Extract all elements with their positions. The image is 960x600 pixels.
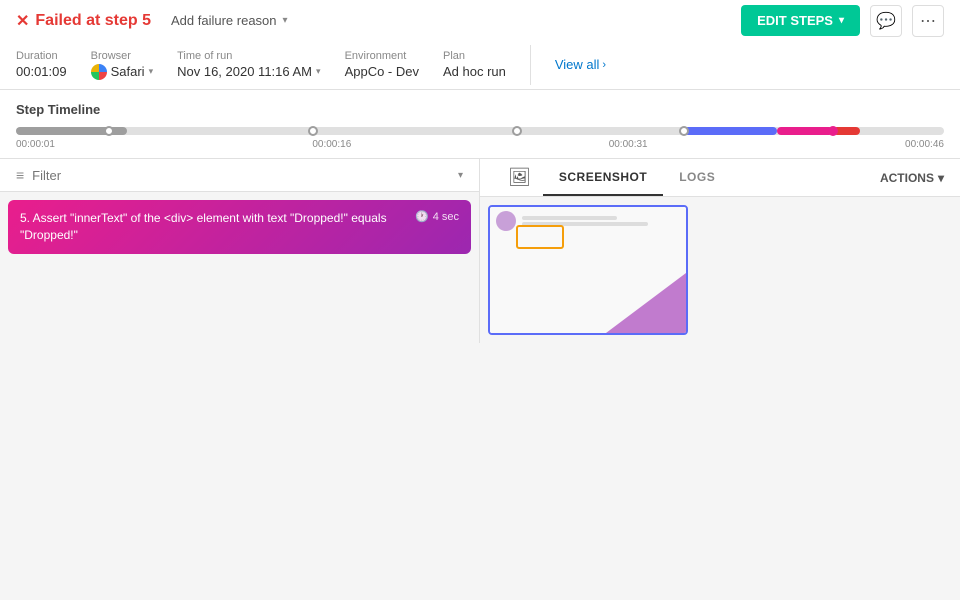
timeline-title: Step Timeline xyxy=(16,102,944,117)
time-label-3: 00:00:31 xyxy=(609,139,648,150)
view-all-arrow: › xyxy=(602,59,606,71)
meta-browser: Browser Safari ▾ xyxy=(91,50,154,80)
timeline-dot-5[interactable] xyxy=(828,126,838,136)
tab-logs[interactable]: LOGS xyxy=(663,160,731,196)
tabs: SCREENSHOT LOGS xyxy=(543,160,731,196)
time-label-4: 00:00:46 xyxy=(905,139,944,150)
timeline-dot-3[interactable] xyxy=(512,126,522,136)
comment-icon: 💬 xyxy=(876,11,896,31)
timeline-section: Step Timeline 00:00:01 00:00:16 00:00:31… xyxy=(0,90,960,159)
actions-label: ACTIONS xyxy=(880,171,934,185)
mock-screenshot xyxy=(490,207,686,333)
screenshot-preview xyxy=(488,205,688,335)
filter-bar: ≡ ▾ xyxy=(0,159,479,192)
main-container: ≡ ▾ 5. Assert "innerText" of the <div> e… xyxy=(0,159,960,343)
time-label-1: 00:00:01 xyxy=(16,139,55,150)
step-item-content: 5. Assert "innerText" of the <div> eleme… xyxy=(20,210,459,244)
comment-button[interactable]: 💬 xyxy=(870,5,902,37)
step-text: 5. Assert "innerText" of the <div> eleme… xyxy=(20,210,415,244)
mock-highlight xyxy=(516,225,564,249)
environment-value: AppCo - Dev xyxy=(345,64,419,79)
actions-chevron: ▾ xyxy=(938,171,944,185)
browser-name: Safari xyxy=(111,64,145,79)
mock-purple-triangle xyxy=(606,273,686,333)
time-label-2: 00:00:16 xyxy=(312,139,351,150)
timeline-dot-2[interactable] xyxy=(308,126,318,136)
browser-value: Safari ▾ xyxy=(91,64,154,80)
view-all-label: View all xyxy=(555,57,600,72)
timeline-dot-1[interactable] xyxy=(104,126,114,136)
time-text: Nov 16, 2020 11:16 AM xyxy=(177,64,312,79)
segment-blue xyxy=(684,127,777,135)
tabs-left: 🖼 SCREENSHOT LOGS xyxy=(496,159,731,196)
timeline-track xyxy=(16,127,944,135)
meta-environment: Environment AppCo - Dev xyxy=(345,50,419,79)
add-failure-label: Add failure reason xyxy=(171,13,277,28)
duration-label: Duration xyxy=(16,50,67,62)
safari-icon xyxy=(91,64,107,80)
add-failure-button[interactable]: Add failure reason ▾ xyxy=(163,9,296,32)
filter-icon: ≡ xyxy=(16,167,24,183)
top-bar-left: ✕ Failed at step 5 Add failure reason ▾ xyxy=(16,9,296,32)
view-all-link[interactable]: View all › xyxy=(555,57,606,72)
add-failure-chevron: ▾ xyxy=(283,15,288,26)
mock-avatar xyxy=(496,211,516,231)
step-item-time: 🕐 4 sec xyxy=(415,210,459,223)
step-time-value: 4 sec xyxy=(433,211,459,223)
top-bar: ✕ Failed at step 5 Add failure reason ▾ … xyxy=(0,0,960,90)
time-label: Time of run xyxy=(177,50,320,62)
actions-button[interactable]: ACTIONS ▾ xyxy=(880,163,944,193)
meta-duration: Duration 00:01:09 xyxy=(16,50,67,79)
timeline-bar xyxy=(16,127,944,135)
image-icon: 🖼 xyxy=(508,167,531,187)
filter-chevron[interactable]: ▾ xyxy=(458,170,463,181)
more-options-button[interactable]: ⋯ xyxy=(912,5,944,37)
duration-value: 00:01:09 xyxy=(16,64,67,79)
failed-label: Failed at step 5 xyxy=(35,12,151,30)
left-panel: ≡ ▾ 5. Assert "innerText" of the <div> e… xyxy=(0,159,480,343)
time-chevron[interactable]: ▾ xyxy=(316,66,321,77)
steps-list: 5. Assert "innerText" of the <div> eleme… xyxy=(0,192,479,268)
failed-badge: ✕ Failed at step 5 xyxy=(16,11,151,31)
tab-screenshot[interactable]: SCREENSHOT xyxy=(543,160,663,196)
browser-chevron[interactable]: ▾ xyxy=(149,66,154,77)
top-bar-right: EDIT STEPS ▾ 💬 ⋯ xyxy=(741,5,944,37)
mock-line-1 xyxy=(522,216,617,220)
timeline-dot-4[interactable] xyxy=(679,126,689,136)
meta-plan: Plan Ad hoc run xyxy=(443,50,506,79)
tabs-bar: 🖼 SCREENSHOT LOGS ACTIONS ▾ xyxy=(480,159,960,197)
clock-icon: 🕐 xyxy=(415,210,429,223)
segment-pink xyxy=(777,127,833,135)
meta-time: Time of run Nov 16, 2020 11:16 AM ▾ xyxy=(177,50,320,79)
screenshot-area xyxy=(480,197,960,343)
timeline-labels: 00:00:01 00:00:16 00:00:31 00:00:46 xyxy=(16,139,944,150)
x-icon: ✕ xyxy=(16,11,29,31)
top-bar-row1: ✕ Failed at step 5 Add failure reason ▾ … xyxy=(16,5,944,37)
time-value: Nov 16, 2020 11:16 AM ▾ xyxy=(177,64,320,79)
edit-steps-label: EDIT STEPS xyxy=(757,13,833,28)
plan-value: Ad hoc run xyxy=(443,64,506,79)
environment-label: Environment xyxy=(345,50,419,62)
meta-divider xyxy=(530,45,531,85)
filter-input[interactable] xyxy=(32,168,450,183)
meta-row: Duration 00:01:09 Browser Safari ▾ Time … xyxy=(16,45,944,85)
edit-steps-chevron: ▾ xyxy=(839,15,844,26)
step-item-5[interactable]: 5. Assert "innerText" of the <div> eleme… xyxy=(8,200,471,254)
more-icon: ⋯ xyxy=(920,11,936,31)
edit-steps-button[interactable]: EDIT STEPS ▾ xyxy=(741,5,860,36)
screenshot-icon-button[interactable]: 🖼 xyxy=(496,159,543,196)
plan-label: Plan xyxy=(443,50,506,62)
browser-label: Browser xyxy=(91,50,154,62)
right-panel: 🖼 SCREENSHOT LOGS ACTIONS ▾ xyxy=(480,159,960,343)
